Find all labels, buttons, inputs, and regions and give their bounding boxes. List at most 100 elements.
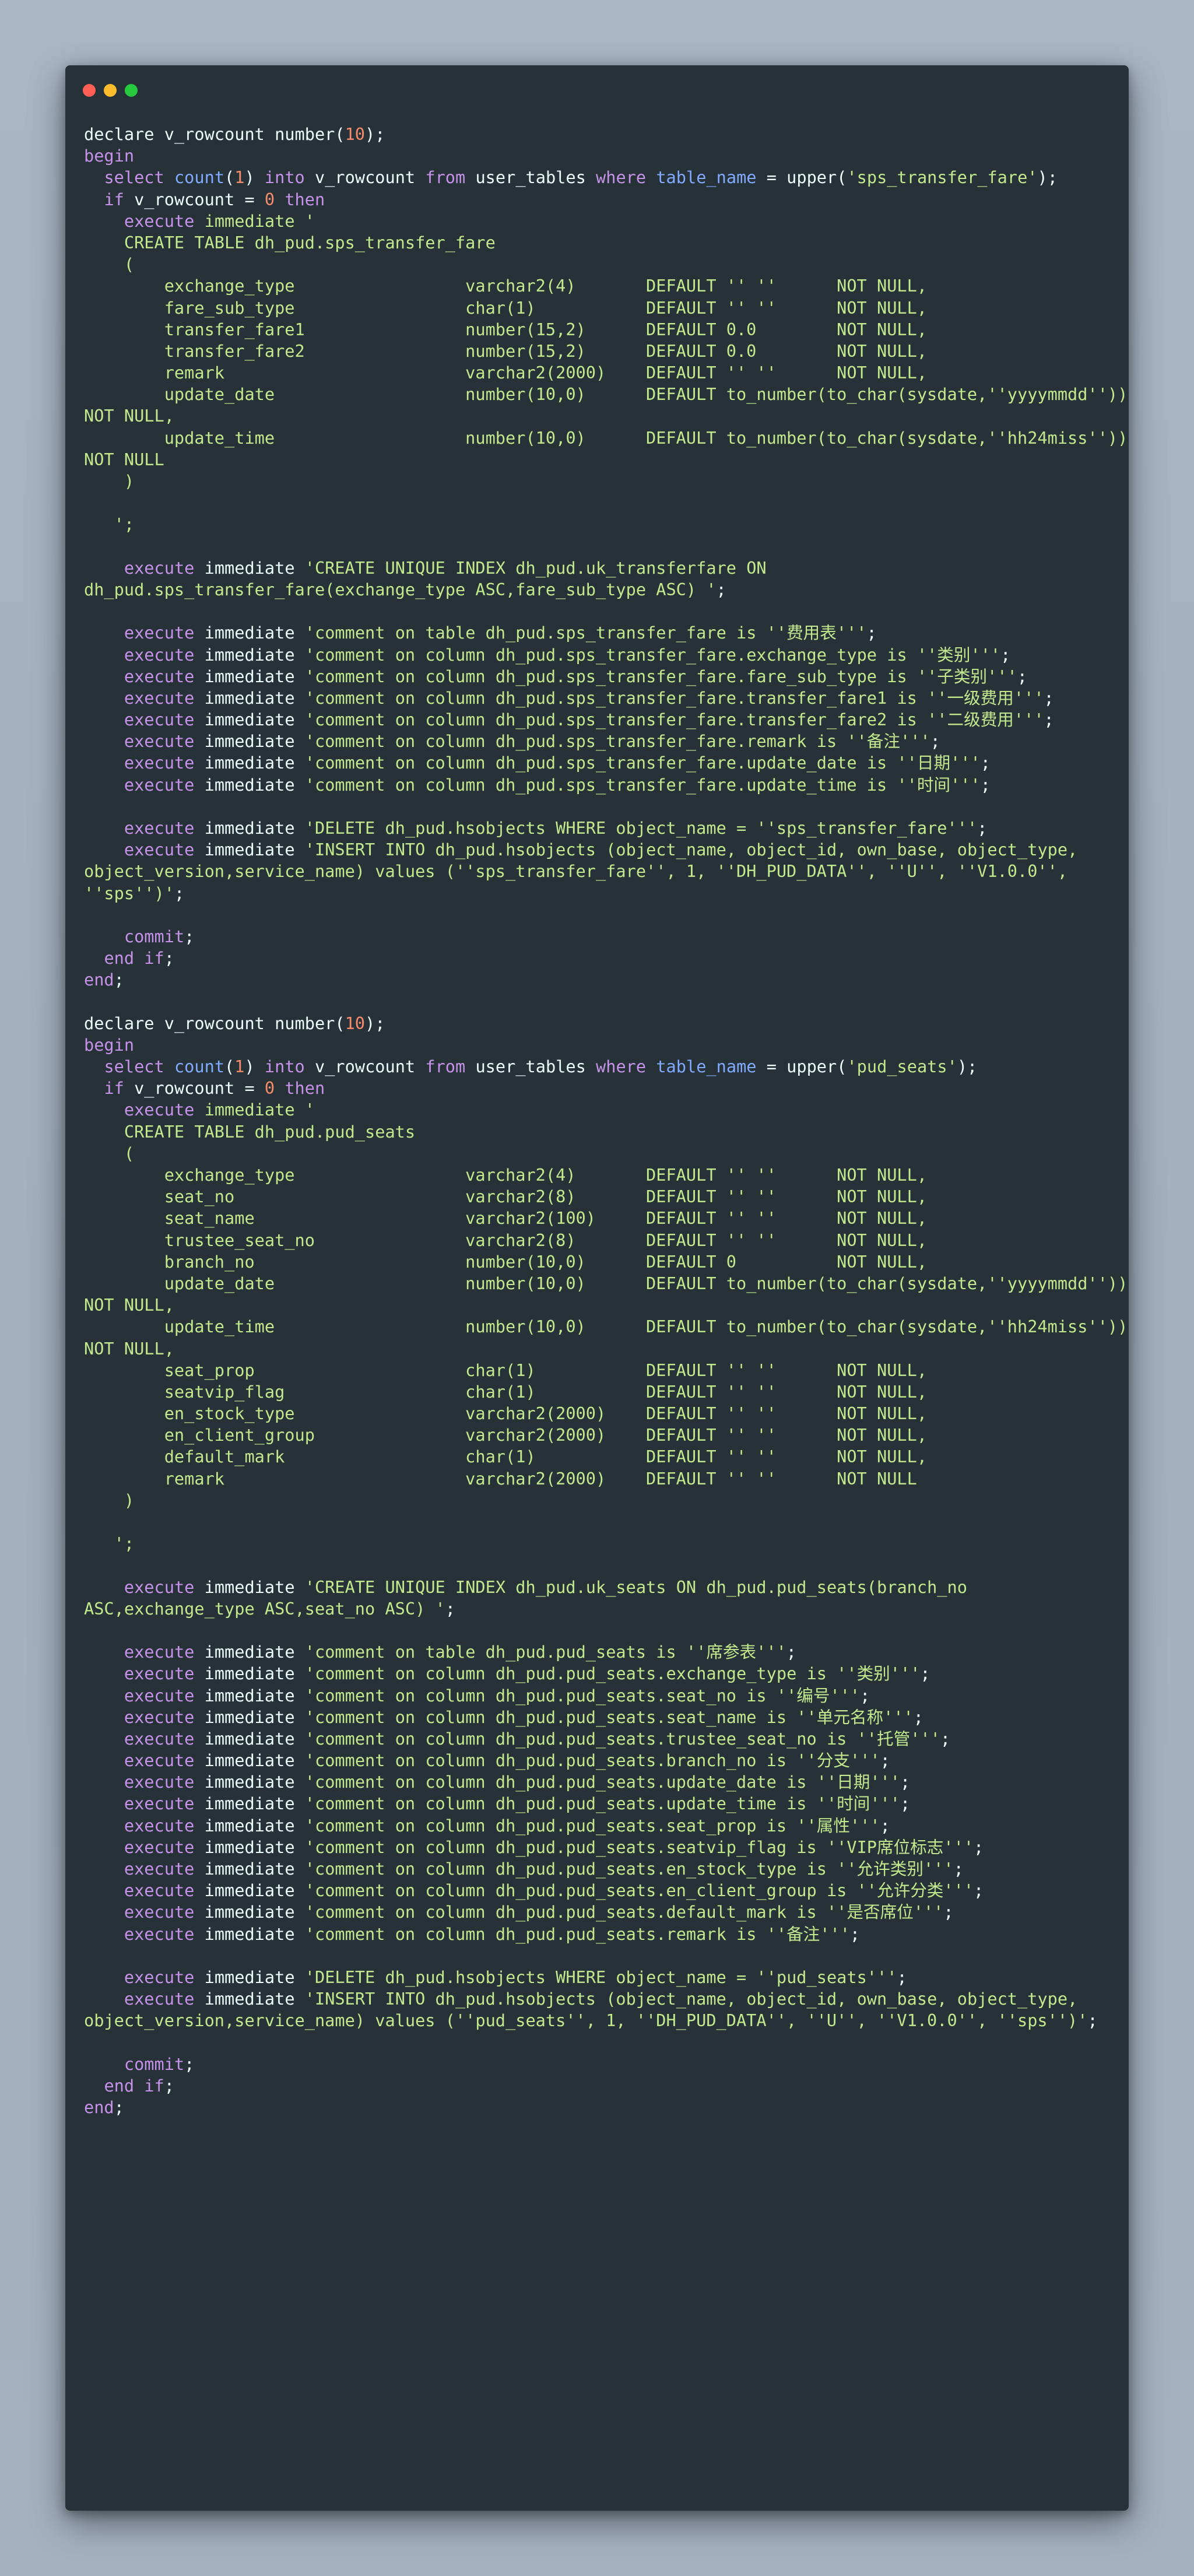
- code-line: execute immediate 'comment on column dh_…: [84, 752, 1110, 774]
- code-line: execute immediate 'comment on column dh_…: [84, 1707, 1110, 1728]
- code-token: declare v_rowcount number(: [84, 124, 345, 144]
- code-token: execute: [124, 840, 195, 860]
- code-token: immediate: [194, 1750, 305, 1771]
- code-token: object_version,service_name) values (''s…: [84, 861, 1068, 882]
- minimize-window-button[interactable]: [104, 84, 117, 97]
- code-token: immediate: [194, 840, 305, 860]
- code-token: ;: [849, 1924, 861, 1944]
- close-window-button[interactable]: [83, 84, 96, 97]
- code-token: into: [264, 167, 305, 188]
- code-token: table_name: [656, 167, 757, 188]
- code-token: ;: [1087, 2010, 1098, 2031]
- code-token: 'comment on column dh_pud.sps_transfer_f…: [304, 687, 1044, 708]
- code-line: seat_prop char(1) DEFAULT '' '' NOT NULL…: [84, 1360, 1110, 1381]
- code-token: immediate: [194, 818, 305, 838]
- code-line: NOT NULL,: [84, 405, 1110, 427]
- code-token: execute: [124, 753, 195, 773]
- code-token: object_version,service_name) values (''p…: [84, 2010, 1088, 2031]
- code-token: immediate: [194, 1902, 305, 1922]
- code-token: 0: [264, 189, 275, 209]
- code-editor: declare v_rowcount number(10); begin sele…: [84, 124, 1128, 2118]
- code-line: begin: [84, 145, 1110, 167]
- code-token: = upper(: [756, 1057, 847, 1077]
- code-token: ;: [930, 731, 940, 752]
- code-token: immediate: [194, 666, 305, 686]
- code-token: fare_sub_type char(1) DEFAULT '' '' NOT …: [84, 297, 928, 318]
- code-token: execute: [124, 557, 195, 578]
- code-token: 'comment on column dh_pud.pud_seats.seat…: [304, 1685, 861, 1705]
- code-token: ;: [974, 1837, 984, 1857]
- code-line: NOT NULL: [84, 449, 1110, 471]
- code-token: immediate: [194, 710, 305, 730]
- code-token: ''sps'')': [84, 883, 174, 903]
- code-token: ): [244, 167, 265, 188]
- code-token: immediate: [194, 687, 305, 708]
- code-token: immediate: [194, 1880, 305, 1901]
- code-token: immediate: [194, 1577, 305, 1597]
- code-token: execute: [124, 731, 195, 752]
- code-token: 'comment on column dh_pud.pud_seats.seat…: [304, 1815, 880, 1836]
- code-token: execute: [124, 1642, 195, 1662]
- code-token: execute: [124, 1880, 195, 1901]
- code-token: ;: [1000, 644, 1011, 665]
- code-line: execute immediate 'INSERT INTO dh_pud.hs…: [84, 839, 1110, 861]
- code-token: (: [224, 1057, 235, 1077]
- code-line: execute immediate 'comment on column dh_…: [84, 1924, 1110, 1945]
- code-token: then: [285, 1078, 325, 1099]
- code-line: execute immediate 'comment on column dh_…: [84, 666, 1110, 687]
- code-token: en_stock_type varchar2(2000) DEFAULT '' …: [84, 1403, 928, 1424]
- code-token: then: [285, 189, 325, 209]
- code-token: user_tables: [465, 1057, 596, 1077]
- code-token: immediate: [194, 1967, 305, 1987]
- code-token: immediate: [194, 1989, 305, 2009]
- code-token: ;: [953, 1859, 964, 1879]
- code-token: immediate: [194, 1924, 305, 1944]
- code-token: from: [425, 1057, 466, 1077]
- code-token: immediate: [194, 1707, 305, 1727]
- code-token: immediate: [194, 1663, 305, 1684]
- code-token: 'comment on column dh_pud.pud_seats.en_c…: [304, 1880, 974, 1901]
- code-line: ): [84, 1490, 1110, 1511]
- code-token: ): [84, 1490, 135, 1510]
- code-token: );: [365, 124, 385, 144]
- code-token: v_rowcount: [304, 1057, 426, 1077]
- code-window: declare v_rowcount number(10); begin sele…: [65, 65, 1129, 2511]
- code-token: ASC,exchange_type ASC,seat_no ASC) ': [84, 1598, 445, 1619]
- code-token: immediate: [194, 1685, 305, 1705]
- code-token: ;: [164, 948, 174, 968]
- code-token: v_rowcount =: [124, 189, 265, 209]
- code-line: NOT NULL,: [84, 1294, 1110, 1316]
- code-token: if: [104, 189, 124, 209]
- code-token: 'sps_transfer_fare': [847, 167, 1038, 188]
- code-token: update_date number(10,0) DEFAULT to_numb…: [84, 384, 1128, 405]
- code-line: execute immediate 'DELETE dh_pud.hsobjec…: [84, 1967, 1110, 1988]
- code-token: 'comment on column dh_pud.pud_seats.rema…: [304, 1924, 850, 1944]
- code-token: immediate: [194, 644, 305, 665]
- code-token: execute: [124, 1577, 195, 1597]
- code-token: execute: [124, 210, 195, 231]
- code-token: seat_name varchar2(100) DEFAULT '' '' NO…: [84, 1208, 928, 1229]
- code-token: ): [244, 1057, 265, 1077]
- code-line: NOT NULL,: [84, 1338, 1110, 1360]
- code-token: execute: [124, 1772, 195, 1792]
- code-token: ;: [114, 2097, 124, 2118]
- code-line: end if;: [84, 947, 1110, 969]
- code-token: execute: [124, 1837, 195, 1857]
- code-token: immediate: [194, 623, 305, 643]
- code-token: (: [84, 254, 135, 275]
- code-line: ASC,exchange_type ASC,seat_no ASC) ';: [84, 1598, 1110, 1620]
- code-token: 'comment on column dh_pud.pud_seats.defa…: [304, 1902, 944, 1922]
- code-token: 'comment on table dh_pud.pud_seats is ''…: [304, 1642, 786, 1662]
- code-token: seat_prop char(1) DEFAULT '' '' NOT NULL…: [84, 1360, 928, 1380]
- maximize-window-button[interactable]: [125, 84, 138, 97]
